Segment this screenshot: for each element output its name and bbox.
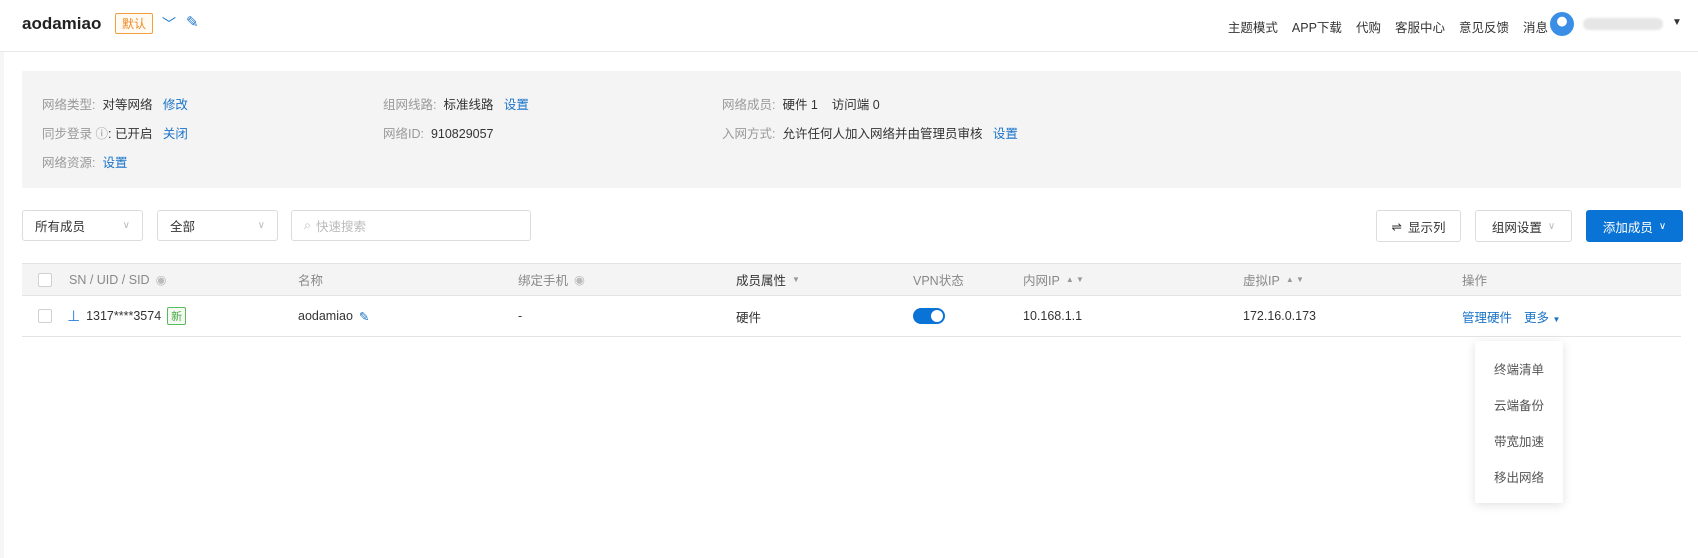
- caret-down-icon: ▼: [1552, 314, 1561, 324]
- label: 网络类型:: [42, 98, 96, 112]
- network-info-panel: 网络类型: 对等网络 修改 同步登录 ⓘ: 已开启 关闭 网络资源: 设置 组网…: [22, 71, 1681, 188]
- router-icon: ⊥: [67, 308, 81, 325]
- vpn-toggle[interactable]: [913, 308, 945, 324]
- new-badge: 新: [167, 307, 187, 325]
- sort-icon[interactable]: ▲ ▼: [1066, 275, 1084, 284]
- row-checkbox[interactable]: [38, 309, 52, 323]
- value: 对等网络: [102, 98, 153, 112]
- top-nav: 主题模式 APP下载 代购 客服中心 意见反馈 消息: [1228, 17, 1548, 36]
- value: 标准线路: [443, 98, 494, 112]
- more-dropdown[interactable]: 更多 ▼: [1524, 307, 1560, 326]
- avatar[interactable]: [1550, 12, 1574, 36]
- table-row: ⊥ 1317****3574 新 aodamiao ✎ - 硬件 10.168.1.1…: [22, 296, 1681, 337]
- label: 组网线路:: [383, 98, 437, 112]
- menu-item-cloud-backup[interactable]: 云端备份: [1475, 386, 1563, 422]
- button-label: 组网设置: [1491, 220, 1542, 235]
- resource-settings-link[interactable]: 设置: [102, 156, 127, 170]
- join-settings-link[interactable]: 设置: [993, 127, 1018, 141]
- more-label: 更多: [1524, 310, 1550, 325]
- caret-down-icon[interactable]: ▼: [792, 275, 800, 284]
- menu-item-terminal-list[interactable]: 终端清单: [1475, 350, 1563, 386]
- caret-down-icon[interactable]: ▼: [1672, 17, 1682, 28]
- eye-icon[interactable]: ◉: [156, 272, 167, 287]
- menu-item-leave-network[interactable]: 移出网络: [1475, 458, 1563, 494]
- more-menu: 终端清单 云端备份 带宽加速 移出网络: [1475, 341, 1563, 503]
- value: : 已开启: [108, 127, 153, 141]
- col-name: 名称: [298, 274, 324, 288]
- manage-hardware-link[interactable]: 管理硬件: [1462, 307, 1512, 326]
- table-header: SN / UID / SID ◉ 名称 绑定手机 ◉ 成员属性 ▼ VPN状态 内网I…: [22, 263, 1681, 296]
- phone-value: -: [518, 309, 523, 323]
- col-attr[interactable]: 成员属性: [736, 270, 786, 289]
- close-sync-link[interactable]: 关闭: [163, 127, 188, 141]
- value: 硬件 1: [782, 98, 818, 112]
- help-icon[interactable]: ⓘ: [96, 127, 109, 141]
- add-member-button[interactable]: 添加成员 ∨: [1586, 210, 1683, 242]
- edit-pencil-icon[interactable]: ✎: [359, 309, 369, 324]
- nav-messages[interactable]: 消息: [1523, 17, 1548, 36]
- left-edge: [0, 52, 4, 558]
- chevron-down-icon: ∨: [257, 220, 265, 231]
- col-vpn: VPN状态: [913, 274, 964, 288]
- value: 910829057: [430, 127, 494, 141]
- label: 网络ID:: [383, 127, 424, 141]
- col-lan-ip: 内网IP: [1023, 274, 1060, 288]
- label: 网络成员:: [722, 98, 776, 112]
- sort-icon[interactable]: ▲ ▼: [1286, 275, 1304, 284]
- label: 入网方式:: [722, 127, 776, 141]
- eye-icon[interactable]: ◉: [574, 272, 585, 287]
- select-value: 所有成员: [35, 220, 86, 234]
- search-placeholder: 快速搜索: [316, 220, 367, 234]
- nav-feedback[interactable]: 意见反馈: [1459, 17, 1509, 36]
- member-name: aodamiao: [298, 309, 353, 323]
- lan-ip-value: 10.168.1.1: [1023, 309, 1083, 323]
- chevron-down-icon: ∨: [1547, 220, 1556, 232]
- nav-app-download[interactable]: APP下载: [1292, 17, 1342, 36]
- nav-purchase[interactable]: 代购: [1356, 17, 1381, 36]
- network-title: aodamiao: [22, 14, 102, 33]
- sn-value: 1317****3574: [86, 309, 162, 323]
- chevron-down-icon: ∨: [122, 220, 130, 231]
- default-badge: 默认: [115, 13, 154, 34]
- virtual-ip-value: 172.16.0.173: [1243, 309, 1316, 323]
- search-input[interactable]: ⌕ 快速搜索: [291, 210, 531, 241]
- search-icon: ⌕: [304, 218, 312, 232]
- member-filter-select[interactable]: 所有成员 ∨: [22, 210, 143, 241]
- menu-item-bandwidth-boost[interactable]: 带宽加速: [1475, 422, 1563, 458]
- value: 允许任何人加入网络并由管理员审核: [782, 127, 983, 141]
- sliders-icon: ⇌: [1391, 219, 1402, 234]
- col-sn: SN / UID / SID: [69, 272, 150, 287]
- col-actions: 操作: [1462, 274, 1488, 288]
- network-settings-button[interactable]: 组网设置 ∨: [1475, 210, 1572, 242]
- nav-support[interactable]: 客服中心: [1395, 17, 1445, 36]
- select-all-checkbox[interactable]: [38, 272, 52, 287]
- type-filter-select[interactable]: 全部 ∨: [157, 210, 278, 241]
- button-label: 显示列: [1407, 220, 1446, 235]
- nav-theme[interactable]: 主题模式: [1228, 17, 1278, 36]
- attr-value: 硬件: [736, 310, 762, 325]
- display-columns-button[interactable]: ⇌ 显示列: [1376, 210, 1461, 242]
- button-label: 添加成员: [1602, 220, 1653, 235]
- select-value: 全部: [170, 220, 196, 234]
- modify-net-type-link[interactable]: 修改: [163, 98, 188, 112]
- chevron-down-icon[interactable]: ﹀: [162, 14, 176, 34]
- edit-pencil-icon[interactable]: ✎: [186, 13, 199, 31]
- label: 同步登录: [42, 127, 93, 141]
- chevron-down-icon: ∨: [1658, 220, 1667, 232]
- value: 访问端 0: [831, 98, 880, 112]
- route-settings-link[interactable]: 设置: [504, 98, 529, 112]
- col-virtual-ip: 虚拟IP: [1243, 274, 1280, 288]
- label: 网络资源:: [42, 156, 96, 170]
- username-blurred: [1583, 18, 1663, 30]
- col-phone: 绑定手机: [518, 274, 569, 288]
- top-header: aodamiao 默认 ﹀ ✎ 主题模式 APP下载 代购 客服中心 意见反馈 …: [0, 0, 1698, 52]
